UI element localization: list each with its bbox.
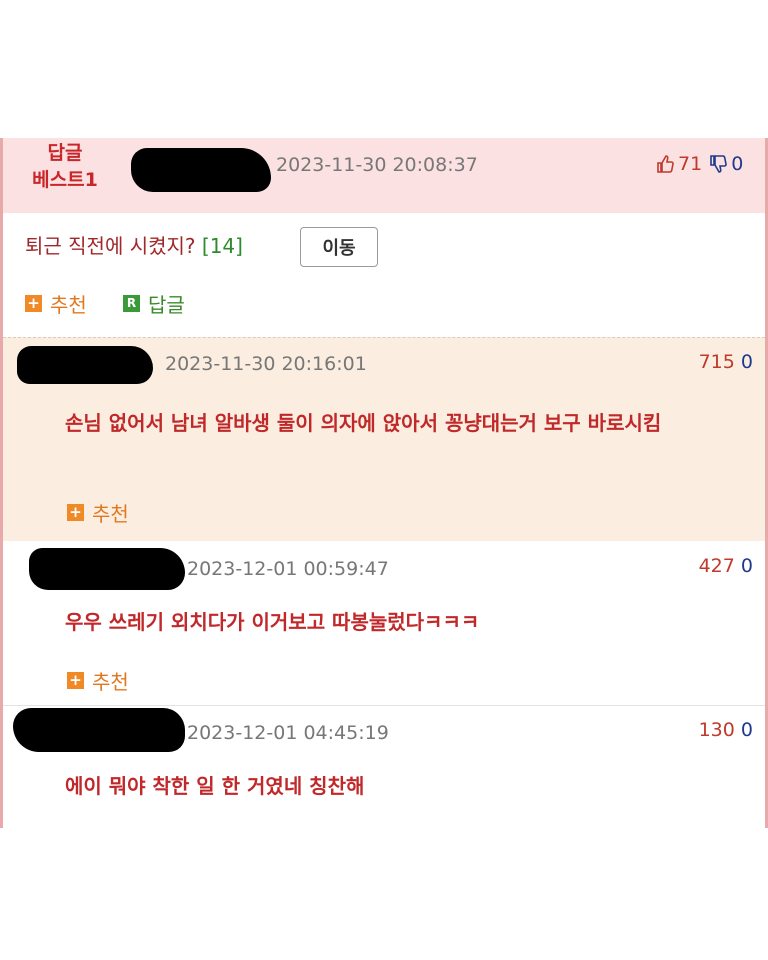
move-button[interactable]: 이동: [300, 227, 378, 267]
post-title-text[interactable]: 퇴근 직전에 시켰지?: [25, 234, 196, 258]
recommend-button[interactable]: + 추천: [25, 289, 87, 318]
comment-text: 손님 없어서 남녀 알바생 둘이 의자에 앉아서 꽁냥대는거 보구 바로시킴: [65, 411, 662, 435]
thumbs-down-icon[interactable]: [708, 154, 728, 174]
best-reply-header: 답글 베스트1 2023-11-30 20:08:37 71 0: [3, 138, 765, 213]
recommend-button[interactable]: + 추천: [67, 498, 129, 527]
plus-square-icon: +: [25, 295, 42, 312]
comment-date: 2023-12-01 04:45:19: [187, 722, 389, 744]
comment-up: 427: [698, 555, 735, 577]
comment-down: 0: [740, 351, 753, 373]
reply-count: [14]: [201, 234, 243, 258]
recommend-button[interactable]: + 추천: [67, 666, 129, 695]
redacted-username: [17, 346, 153, 384]
redacted-username: [29, 548, 185, 590]
thumbs-up-icon[interactable]: [655, 154, 675, 174]
post-date: 2023-11-30 20:08:37: [276, 154, 478, 176]
comment-score: 427 0: [699, 555, 753, 577]
recommend-label: 추천: [92, 502, 129, 526]
comment-panel: 답글 베스트1 2023-11-30 20:08:37 71 0 퇴근 직전에 …: [0, 138, 768, 828]
down-count: 0: [731, 153, 744, 175]
comment-up: 715: [698, 351, 735, 373]
comment-item: 2023-12-01 04:45:19 130 0 에이 뭐야 착한 일 한 거…: [3, 706, 765, 828]
comment-item: 2023-11-30 20:16:01 715 0 손님 없어서 남녀 알바생 …: [3, 337, 765, 541]
comment-score: 715 0: [699, 351, 753, 373]
comment-date: 2023-12-01 00:59:47: [187, 558, 389, 580]
plus-square-icon: +: [67, 504, 84, 521]
comment-down: 0: [740, 719, 753, 741]
best-label-line1: 답글: [47, 142, 83, 164]
reply-button[interactable]: R 답글: [123, 289, 185, 318]
comment-item: 2023-12-01 00:59:47 427 0 우우 쓰레기 외치다가 이거…: [3, 542, 765, 706]
comment-text: 에이 뭐야 착한 일 한 거였네 칭찬해: [65, 774, 365, 798]
up-count: 71: [678, 153, 703, 175]
redacted-username: [13, 708, 185, 752]
reply-label: 답글: [148, 293, 185, 317]
comment-score: 130 0: [699, 719, 753, 741]
vote-box: 71 0: [655, 153, 743, 175]
plus-square-icon: +: [67, 672, 84, 689]
post-title[interactable]: 퇴근 직전에 시켰지? [14]: [25, 230, 243, 259]
redacted-username: [131, 148, 271, 192]
comment-down: 0: [740, 555, 753, 577]
best-label-line2: 베스트1: [32, 169, 98, 191]
comment-date: 2023-11-30 20:16:01: [165, 353, 367, 375]
comment-text: 우우 쓰레기 외치다가 이거보고 따봉눌렀다ㅋㅋㅋ: [65, 610, 480, 634]
comment-up: 130: [698, 719, 735, 741]
recommend-label: 추천: [92, 670, 129, 694]
recommend-label: 추천: [50, 293, 87, 317]
best-reply-badge: 답글 베스트1: [23, 140, 107, 194]
reply-r-icon: R: [123, 295, 140, 312]
